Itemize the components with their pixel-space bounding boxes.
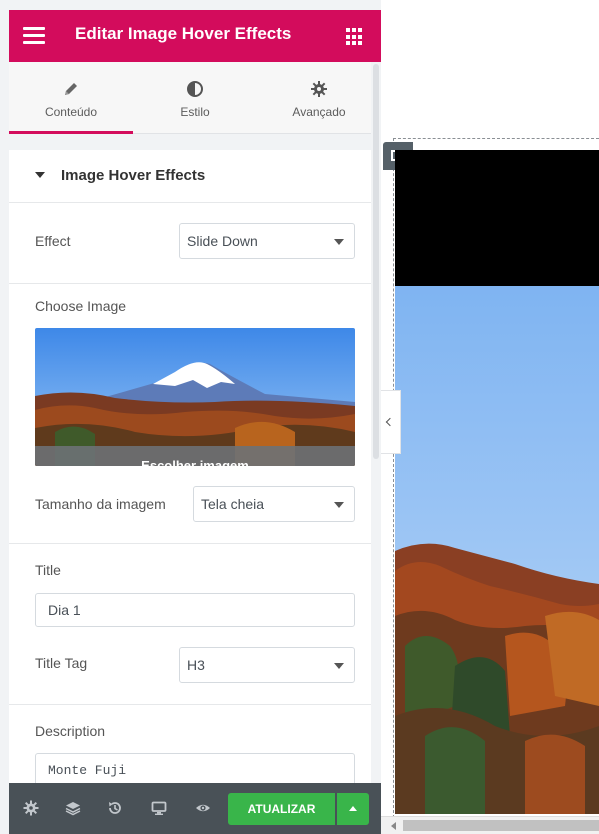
bottom-bar: ATUALIZAR	[9, 783, 381, 834]
update-options-button[interactable]	[337, 793, 369, 825]
chevron-down-icon	[334, 239, 344, 245]
controls-scroll-area: Image Hover Effects Effect Slide Down Ch…	[9, 150, 371, 783]
title-input[interactable]: Dia 1	[35, 593, 355, 627]
preview-black-block	[395, 150, 599, 286]
gear-icon[interactable]	[23, 800, 39, 816]
preview-image	[395, 286, 599, 814]
description-value: Monte Fuji	[48, 763, 127, 778]
gear-icon	[311, 81, 327, 97]
image-thumbnail	[35, 328, 355, 466]
image-size-value: Tela cheia	[201, 496, 265, 512]
title-tag-value: H3	[187, 657, 205, 673]
divider	[9, 543, 371, 544]
effect-value: Slide Down	[187, 233, 258, 249]
tab-style-label: Estilo	[180, 105, 210, 119]
title-label: Title	[35, 562, 61, 578]
panel-scrollbar-thumb[interactable]	[373, 64, 379, 459]
divider	[9, 283, 371, 284]
collapse-panel-button[interactable]	[381, 390, 401, 454]
panel-scrollbar[interactable]	[371, 62, 381, 783]
eye-icon[interactable]	[195, 800, 211, 816]
choose-image-label: Choose Image	[35, 298, 127, 314]
responsive-icon[interactable]	[151, 800, 167, 816]
column-outline	[393, 138, 394, 818]
tab-advanced-label: Avançado	[292, 105, 346, 119]
chevron-left-icon	[385, 417, 395, 427]
contrast-icon	[187, 81, 203, 97]
section-header[interactable]: Image Hover Effects	[9, 150, 371, 202]
pencil-icon	[65, 83, 77, 95]
update-button[interactable]: ATUALIZAR	[228, 793, 335, 825]
history-icon[interactable]	[107, 800, 123, 816]
description-textarea[interactable]: Monte Fuji	[35, 753, 355, 783]
divider	[9, 704, 371, 705]
chevron-down-icon	[334, 502, 344, 508]
caret-down-icon	[35, 172, 45, 178]
image-size-label: Tamanho da imagem	[35, 496, 166, 512]
panel-header: Editar Image Hover Effects	[9, 10, 381, 62]
preview-canvas	[381, 0, 599, 834]
tab-style[interactable]: Estilo	[133, 62, 257, 134]
hamburger-icon[interactable]	[23, 26, 47, 46]
title-tag-select[interactable]: H3	[179, 647, 355, 683]
panel-title: Editar Image Hover Effects	[75, 24, 292, 43]
image-size-select[interactable]: Tela cheia	[193, 486, 355, 522]
layers-icon[interactable]	[65, 800, 81, 816]
horizontal-scrollbar-thumb[interactable]	[403, 820, 599, 831]
choose-image-overlay-label: Escolher imagem	[141, 458, 249, 466]
apps-grid-icon[interactable]	[346, 28, 364, 46]
tab-content-label: Conteúdo	[44, 105, 98, 119]
title-tag-label: Title Tag	[35, 655, 88, 671]
tab-content[interactable]: Conteúdo	[9, 62, 133, 134]
scroll-left-arrow[interactable]	[391, 822, 396, 830]
panel-tabs: Conteúdo Estilo Avançado	[9, 62, 381, 134]
image-picker[interactable]: Escolher imagem	[35, 328, 355, 466]
app-root: Editar Image Hover Effects Conteúdo Esti…	[0, 0, 599, 834]
effect-select[interactable]: Slide Down	[179, 223, 355, 259]
divider	[9, 202, 371, 203]
preview-horizontal-scrollbar[interactable]	[381, 816, 599, 834]
column-outline	[393, 138, 599, 139]
tab-advanced[interactable]: Avançado	[257, 62, 381, 134]
effect-label: Effect	[35, 233, 71, 249]
section-title: Image Hover Effects	[61, 167, 206, 184]
description-label: Description	[35, 723, 106, 739]
chevron-down-icon	[334, 663, 344, 669]
editor-panel: Editar Image Hover Effects Conteúdo Esti…	[0, 0, 381, 834]
